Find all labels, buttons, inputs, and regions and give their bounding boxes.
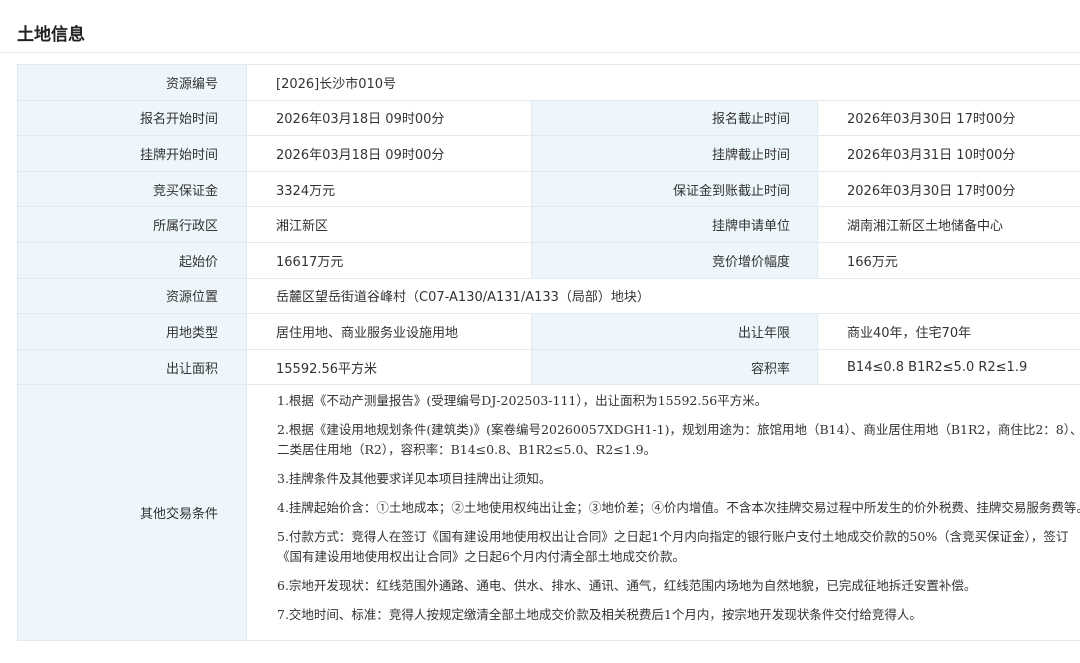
location-value: 岳麓区望岳街道谷峰村（C07-A130/A131/A133（局部）地块） xyxy=(246,277,1080,315)
table-row: 竞买保证金 3324万元 保证金到账截止时间 2026年03月30日 17时00… xyxy=(17,170,1080,208)
deposit-deadline-label: 保证金到账截止时间 xyxy=(531,170,818,208)
table-row: 其他交易条件 1.根据《不动产测量报告》(受理编号DJ-202503-111），… xyxy=(17,384,1080,642)
condition-item: 2.根据《建设用地规划条件(建筑类)》(案卷编号20260057XDGH1-1)… xyxy=(277,422,1080,458)
start-price-value: 16617万元 xyxy=(246,241,532,279)
listing-start-value: 2026年03月18日 09时00分 xyxy=(246,135,532,172)
condition-item: 1.根据《不动产测量报告》(受理编号DJ-202503-111），出让面积为15… xyxy=(277,393,768,409)
deposit-label: 竞买保证金 xyxy=(17,170,247,208)
condition-item: 3.挂牌条件及其他要求详见本项目挂牌出让须知。 xyxy=(277,471,552,487)
district-label: 所属行政区 xyxy=(17,206,247,243)
term-label: 出让年限 xyxy=(531,313,818,350)
table-row: 出让面积 15592.56平方米 容积率 B14≤0.8 B1R2≤5.0 R2… xyxy=(17,348,1080,386)
land-use-value: 居住用地、商业服务业设施用地 xyxy=(246,313,532,350)
signup-end-value: 2026年03月30日 17时00分 xyxy=(817,99,1080,137)
condition-item: 7.交地时间、标准：竞得人按规定缴清全部土地成交价款及相关税费后1个月内，按宗地… xyxy=(277,607,922,623)
start-price-label: 起始价 xyxy=(17,241,247,279)
condition-item: 5.付款方式：竞得人在签订《国有建设用地使用权出让合同》之日起1个月内向指定的银… xyxy=(277,529,1069,565)
signup-end-label: 报名截止时间 xyxy=(531,99,818,137)
conditions-value: 1.根据《不动产测量报告》(受理编号DJ-202503-111），出让面积为15… xyxy=(246,384,1080,642)
page-title: 土地信息 xyxy=(17,25,85,45)
increment-value: 166万元 xyxy=(817,241,1080,279)
deposit-deadline-value: 2026年03月30日 17时00分 xyxy=(817,170,1080,208)
applicant-label: 挂牌申请单位 xyxy=(531,206,818,243)
deposit-value: 3324万元 xyxy=(246,170,532,208)
area-label: 出让面积 xyxy=(17,348,247,386)
resource-no-value: [2026]长沙市010号 xyxy=(246,64,1080,101)
signup-start-value: 2026年03月18日 09时00分 xyxy=(246,99,532,137)
table-row: 所属行政区 湘江新区 挂牌申请单位 湖南湘江新区土地储备中心 xyxy=(17,206,1080,243)
signup-start-label: 报名开始时间 xyxy=(17,99,247,137)
table-row: 报名开始时间 2026年03月18日 09时00分 报名截止时间 2026年03… xyxy=(17,99,1080,137)
table-row: 起始价 16617万元 竞价增价幅度 166万元 xyxy=(17,241,1080,279)
far-label: 容积率 xyxy=(531,348,818,386)
table-row: 挂牌开始时间 2026年03月18日 09时00分 挂牌截止时间 2026年03… xyxy=(17,135,1080,172)
condition-item: 6.宗地开发现状：红线范围外通路、通电、供水、排水、通讯、通气，红线范围内场地为… xyxy=(277,578,977,594)
table-row: 资源位置 岳麓区望岳街道谷峰村（C07-A130/A131/A133（局部）地块… xyxy=(17,277,1080,315)
conditions-label: 其他交易条件 xyxy=(17,384,247,642)
condition-item: 4.挂牌起始价含：①土地成本；②土地使用权纯出让金；③地价差；④价内增值。不含本… xyxy=(277,500,1080,516)
title-divider xyxy=(0,52,1080,53)
table-row: 用地类型 居住用地、商业服务业设施用地 出让年限 商业40年，住宅70年 xyxy=(17,313,1080,350)
listing-end-label: 挂牌截止时间 xyxy=(531,135,818,172)
far-value: B14≤0.8 B1R2≤5.0 R2≤1.9 xyxy=(817,348,1080,386)
area-value: 15592.56平方米 xyxy=(246,348,532,386)
land-use-label: 用地类型 xyxy=(17,313,247,350)
table-row: 资源编号 [2026]长沙市010号 xyxy=(17,64,1080,101)
location-label: 资源位置 xyxy=(17,277,247,315)
applicant-value: 湖南湘江新区土地储备中心 xyxy=(817,206,1080,243)
listing-start-label: 挂牌开始时间 xyxy=(17,135,247,172)
resource-no-label: 资源编号 xyxy=(17,64,247,101)
listing-end-value: 2026年03月31日 10时00分 xyxy=(817,135,1080,172)
land-info-table: 资源编号 [2026]长沙市010号 报名开始时间 2026年03月18日 09… xyxy=(17,64,1080,642)
district-value: 湘江新区 xyxy=(246,206,532,243)
term-value: 商业40年，住宅70年 xyxy=(817,313,1080,350)
increment-label: 竞价增价幅度 xyxy=(531,241,818,279)
